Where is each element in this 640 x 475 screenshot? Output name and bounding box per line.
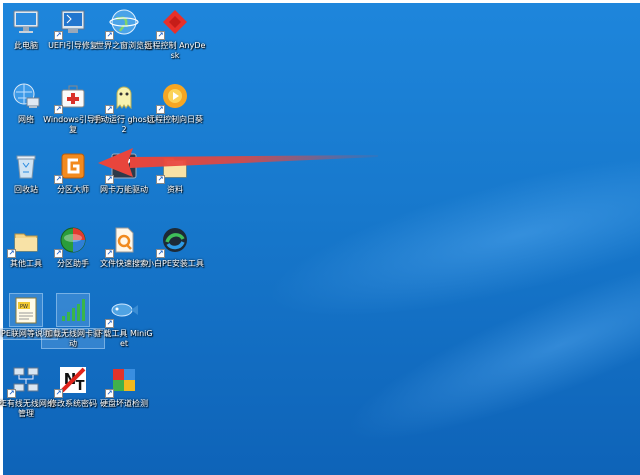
desktop-icon-miniget[interactable]: ↗ 下载工具 MiniGet (95, 294, 153, 348)
desktop-icon-ghost[interactable]: ↗ 手动运行 ghost12 (93, 80, 155, 134)
svg-text:PW: PW (20, 304, 28, 310)
pe-readme-icon: PW (15, 297, 37, 324)
svg-text:T: T (76, 379, 85, 394)
shortcut-arrow-icon: ↗ (105, 389, 114, 398)
network-icon (13, 83, 40, 108)
desktop-icon-sunflower[interactable]: ↗ 远程控制向日葵 (146, 80, 204, 125)
shortcut-arrow-icon: ↗ (105, 105, 114, 114)
desktop-icon-docs-folder[interactable]: ↗ 资料 (146, 150, 204, 195)
recycle-bin-icon (16, 155, 36, 179)
shortcut-arrow-icon: ↗ (54, 105, 63, 114)
wifi-driver-icon (62, 299, 85, 321)
shortcut-arrow-icon: ↗ (105, 249, 114, 258)
shortcut-arrow-icon: ↗ (156, 105, 165, 114)
desktop[interactable]: 此电脑 网络 回收站 ↗ 其他工具 PW PE联网等说明 ↗ PE有线无线网络管… (0, 0, 640, 475)
desktop-icon-xiaobai-pe[interactable]: ↗ 小白PE安装工具 (146, 224, 204, 269)
shortcut-arrow-icon: ↗ (54, 389, 63, 398)
shortcut-arrow-icon: ↗ (105, 31, 114, 40)
shortcut-arrow-icon: ↗ (156, 31, 165, 40)
desktop-icon-disk-check[interactable]: ↗ 硬盘坏道检测 (95, 364, 153, 409)
wallpaper-light-streak (329, 217, 640, 473)
shortcut-arrow-icon: ↗ (156, 175, 165, 184)
shortcut-arrow-icon: ↗ (54, 249, 63, 258)
shortcut-arrow-icon: ↗ (105, 175, 114, 184)
shortcut-arrow-icon: ↗ (54, 31, 63, 40)
desktop-icon-anydesk[interactable]: ↗ 远程控制 AnyDesk (145, 6, 205, 60)
shortcut-arrow-icon: ↗ (105, 319, 114, 328)
shortcut-arrow-icon: ↗ (7, 249, 16, 258)
shortcut-arrow-icon: ↗ (54, 175, 63, 184)
wallpaper-light-streak (254, 118, 640, 352)
shortcut-arrow-icon: ↗ (7, 389, 16, 398)
shortcut-arrow-icon: ↗ (156, 249, 165, 258)
computer-icon (13, 10, 39, 33)
